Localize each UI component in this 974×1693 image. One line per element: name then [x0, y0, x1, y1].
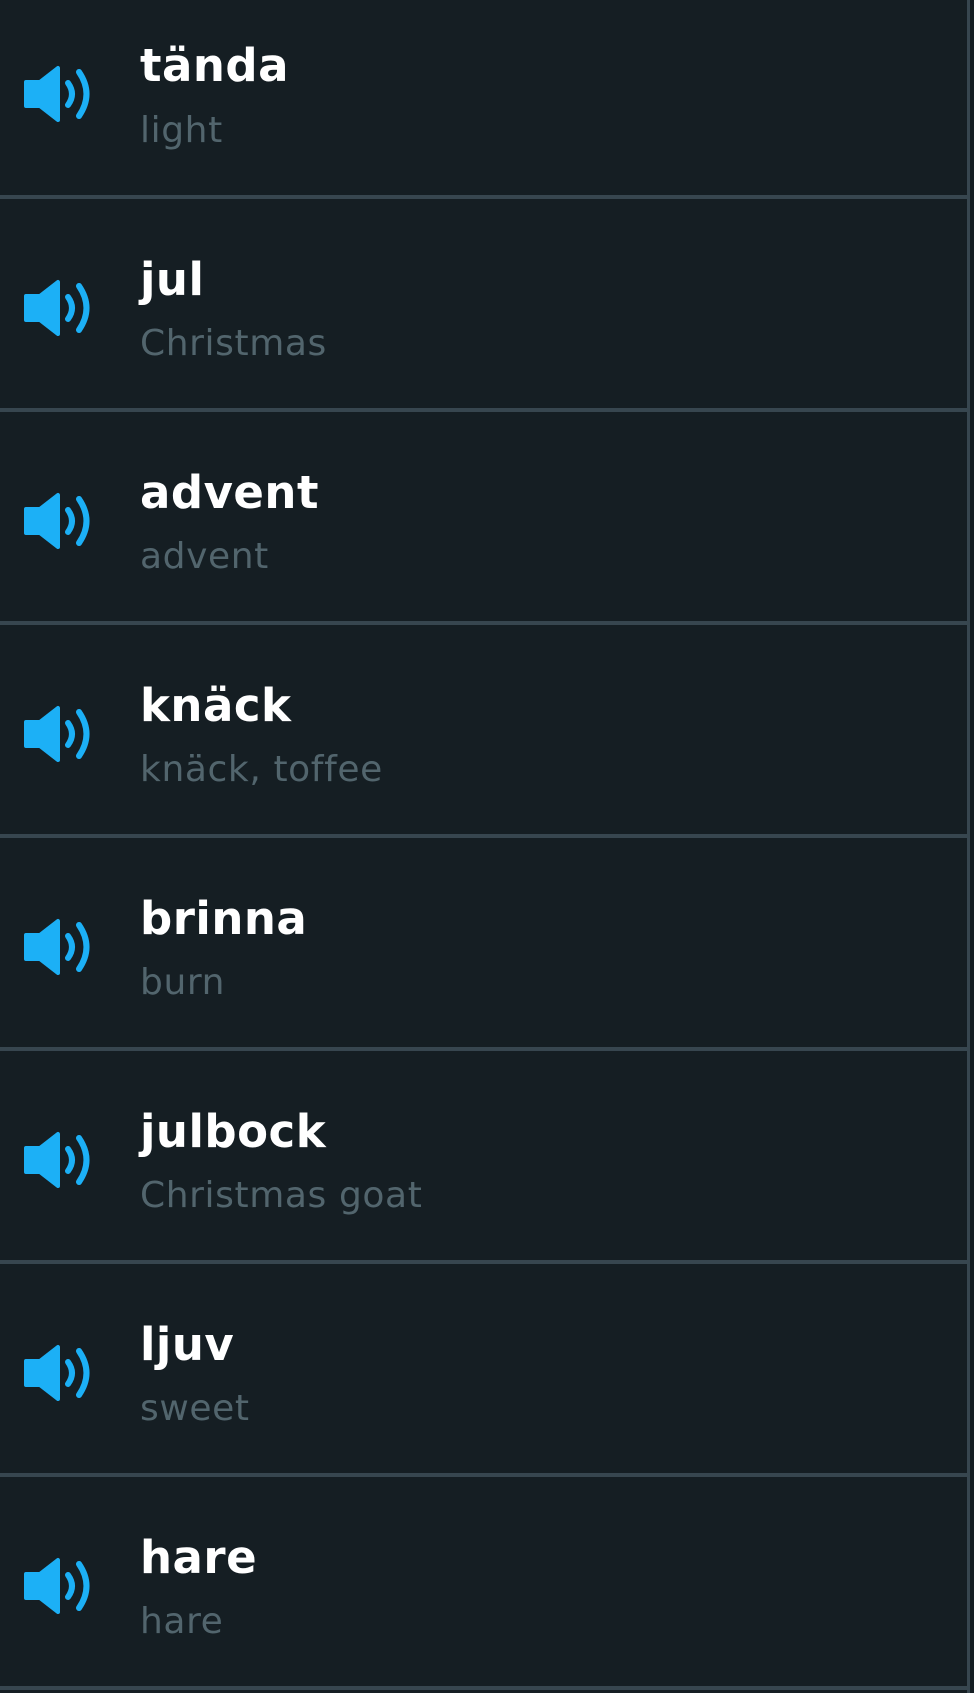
speaker-icon[interactable]	[24, 917, 96, 977]
word-row[interactable]: knäck knäck, toffee	[0, 625, 967, 838]
speaker-icon[interactable]	[24, 704, 96, 764]
word-row[interactable]: tända light	[0, 0, 967, 199]
speaker-icon[interactable]	[24, 1130, 96, 1190]
translation-text: burn	[140, 962, 226, 1003]
word-row[interactable]: julbock Christmas goat	[0, 1051, 967, 1264]
word-text: julbock	[140, 1105, 327, 1158]
word-text: tända	[140, 39, 289, 92]
translation-text: hare	[140, 1601, 224, 1642]
translation-text: Christmas	[140, 323, 327, 364]
translation-text: sweet	[140, 1388, 250, 1429]
word-row[interactable]: hare hare	[0, 1477, 967, 1690]
speaker-icon[interactable]	[24, 491, 96, 551]
word-text: advent	[140, 466, 319, 519]
word-text: brinna	[140, 892, 308, 945]
word-text: jul	[140, 253, 205, 306]
translation-text: knäck, toffee	[140, 749, 383, 790]
translation-text: advent	[140, 536, 269, 577]
word-row[interactable]: ljuv sweet	[0, 1264, 967, 1477]
speaker-icon[interactable]	[24, 1556, 96, 1616]
speaker-icon[interactable]	[24, 64, 96, 124]
word-row[interactable]: advent advent	[0, 412, 967, 625]
translation-text: light	[140, 110, 223, 151]
word-text: knäck	[140, 679, 292, 732]
word-list: tända light jul Christmas advent advent …	[0, 0, 970, 1693]
word-row[interactable]: jul Christmas	[0, 199, 967, 412]
translation-text: Christmas goat	[140, 1175, 423, 1216]
speaker-icon[interactable]	[24, 1343, 96, 1403]
speaker-icon[interactable]	[24, 278, 96, 338]
word-text: hare	[140, 1531, 258, 1584]
word-row[interactable]: brinna burn	[0, 838, 967, 1051]
word-text: ljuv	[140, 1318, 235, 1371]
